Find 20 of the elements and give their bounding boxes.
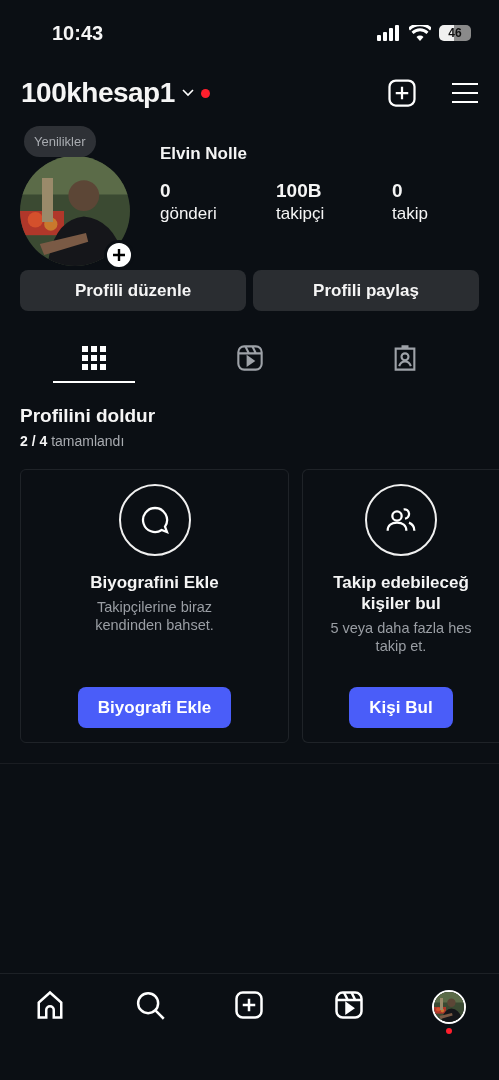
status-time: 10:43 [52,21,104,45]
profile-name: Elvin Nolle [160,144,248,164]
card-button[interactable]: Biyografi Ekle [77,687,232,728]
stat-value[interactable]: 0 [160,180,276,202]
card-title: Biyografini Ekle [90,572,219,593]
profile-button[interactable]: Profili paylaş [253,270,479,311]
section-title: Profilini doldur [20,405,157,427]
account-name[interactable]: 100khesap1 [21,77,175,109]
progress-text: 2 / 4 tamamlandı [20,433,126,449]
card-title: Takip edebileceğ kişiler bul [332,572,470,614]
stat-value[interactable]: 0 [392,180,452,202]
card-text: Takipçilerine biraz kendinden bahset. [94,598,215,634]
stat-label[interactable]: takip [392,204,452,224]
stat-label[interactable]: takipçi [276,204,392,224]
note-bubble[interactable]: Yenilikler [24,126,96,157]
stat-label[interactable]: gönderi [160,204,276,224]
stat-value[interactable]: 100B [276,180,392,202]
profile-button[interactable]: Profili düzenle [20,270,246,311]
card-button[interactable]: Kişi Bul [349,687,453,728]
card-text: 5 veya daha fazla hes takip et. [329,619,473,655]
